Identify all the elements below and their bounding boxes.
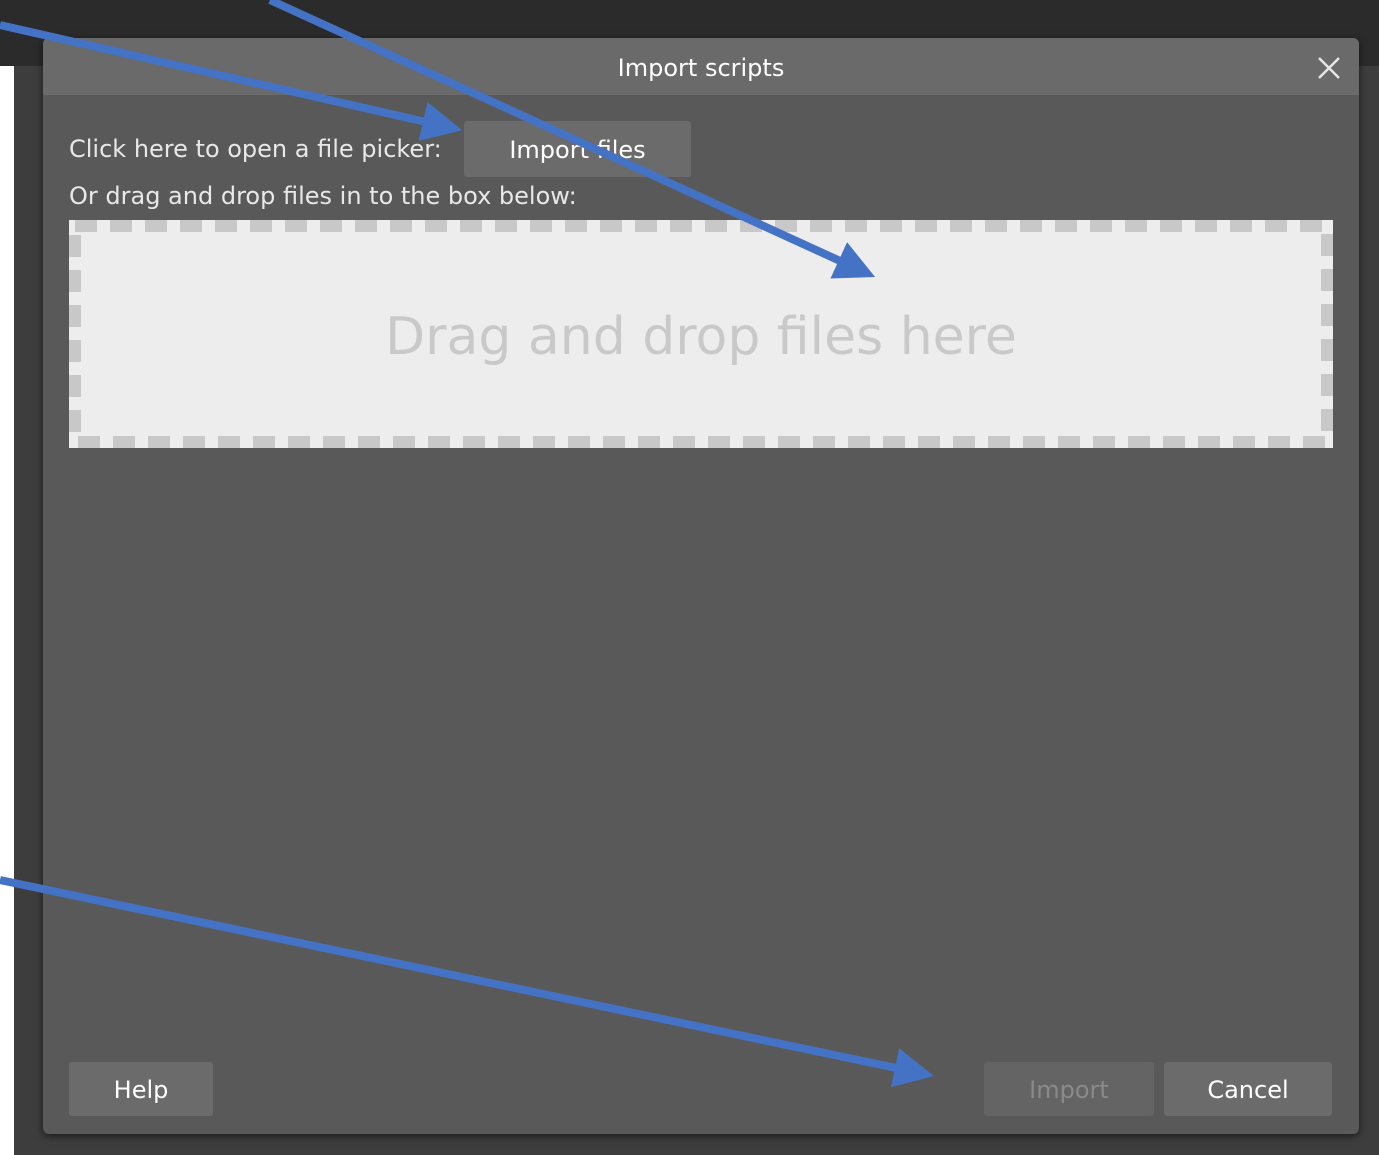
import-files-button[interactable]: Import files (464, 121, 691, 177)
dialog-title: Import scripts (617, 54, 785, 82)
import-button[interactable]: Import (984, 1062, 1154, 1116)
import-scripts-dialog: Import scripts Click here to open a file… (43, 38, 1359, 1134)
dialog-titlebar: Import scripts (43, 38, 1359, 95)
close-icon (1318, 57, 1340, 79)
close-button[interactable] (1311, 50, 1347, 86)
drop-zone[interactable]: Drag and drop files here (69, 220, 1333, 448)
dropzone-label: Drag and drop files here (385, 307, 1017, 367)
help-button[interactable]: Help (69, 1062, 213, 1116)
drag-drop-instruction: Or drag and drop files in to the box bel… (69, 182, 577, 210)
cancel-button[interactable]: Cancel (1164, 1062, 1332, 1116)
file-picker-instruction: Click here to open a file picker: (69, 135, 442, 163)
